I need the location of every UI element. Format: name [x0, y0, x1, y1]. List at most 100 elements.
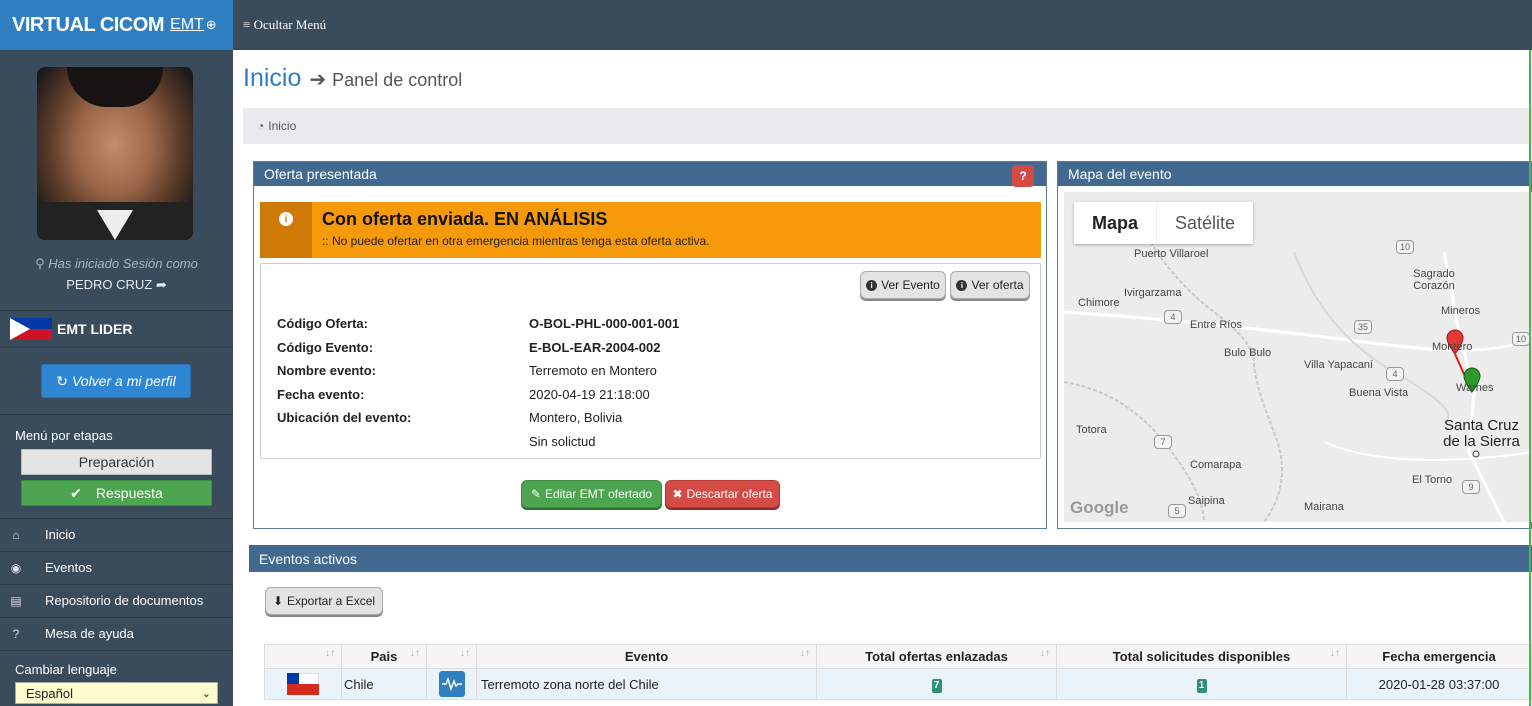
road-shield-icon: 7: [1154, 435, 1172, 449]
brand-logo[interactable]: VIRTUAL CICOM EMT ⊕: [0, 0, 233, 50]
map-label: Mineros: [1441, 305, 1481, 317]
user-name: PEDRO CRUZ: [66, 277, 153, 292]
export-excel-button[interactable]: ⬇ Exportar a Excel: [265, 587, 383, 615]
role-label: EMT LIDER: [57, 321, 133, 337]
column-header-event[interactable]: Evento ↓↑: [476, 644, 817, 669]
column-header-country[interactable]: Pais ↓↑: [341, 644, 427, 669]
sidebar-item-eventos[interactable]: ◉ Eventos: [0, 551, 233, 583]
home-icon: ⌂: [12, 527, 20, 542]
event-map[interactable]: Mapa Satélite Puerto Villaroel Ivirgarza…: [1064, 192, 1532, 522]
request-status-value: Sin solictud: [529, 434, 596, 449]
sort-icon: ↓↑: [460, 648, 470, 659]
page-title-main: Inicio: [243, 64, 302, 92]
check-icon: ✔: [70, 484, 82, 501]
dashboard-icon: ◔: [257, 119, 265, 133]
stage-response-label: Respuesta: [95, 485, 163, 501]
sidebar: VIRTUAL CICOM EMT ⊕ ⚲ Has iniciado Sesió…: [0, 0, 233, 706]
map-type-tabs: Mapa Satélite: [1074, 202, 1254, 244]
info-icon: i: [866, 279, 878, 291]
date-cell: 2020-01-28 03:37:00: [1346, 668, 1532, 700]
map-label: Chimore: [1078, 297, 1120, 309]
road-shield-icon: 5: [1168, 504, 1186, 518]
breadcrumb: ◔ Inicio: [243, 108, 1532, 144]
profile-button-label: Volver a mi perfil: [71, 373, 176, 389]
offer-details: i Ver Evento i Ver oferta Código Oferta:…: [260, 263, 1041, 459]
column-header-type[interactable]: ↓↑: [426, 644, 477, 669]
target-icon: ◉: [10, 560, 22, 575]
earthquake-icon: [438, 671, 465, 697]
export-excel-label: Exportar a Excel: [287, 594, 376, 608]
map-label: Bulo Bulo: [1224, 347, 1272, 359]
map-label: El Torno: [1412, 474, 1453, 486]
table-row[interactable]: Chile Terremoto zona norte del Chile 7 1…: [264, 668, 1532, 700]
sidebar-item-ayuda[interactable]: ? Mesa de ayuda: [0, 617, 233, 649]
user-name-link[interactable]: PEDRO CRUZ ➦: [0, 277, 233, 293]
offer-panel-header: Oferta presentada ?: [254, 162, 1046, 187]
road-shield-icon: 9: [1462, 480, 1480, 494]
offer-code-label: Código Oferta:: [277, 316, 368, 331]
edit-icon: ✎: [530, 487, 541, 501]
offers-count-badge: 7: [931, 678, 942, 693]
table-header-row: ↓↑ Pais ↓↑ ↓↑ Evento ↓↑ Total ofertas enla…: [264, 644, 1532, 669]
events-table: ↓↑ Pais ↓↑ ↓↑ Evento ↓↑ Total ofertas enla…: [264, 644, 1532, 700]
map-label: Saipina: [1188, 495, 1225, 507]
column-header-offers[interactable]: Total ofertas enlazadas ↓↑: [816, 644, 1057, 669]
road-shield-icon: 10: [1512, 332, 1530, 346]
alert-title: Con oferta enviada. EN ANÁLISIS: [322, 209, 608, 229]
sidebar-item-inicio[interactable]: ⌂ Inicio: [0, 518, 233, 550]
document-icon: ▤: [10, 593, 22, 608]
active-events-panel: Eventos activos ⬇ Exportar a Excel ↓↑ Pa…: [249, 545, 1532, 706]
language-value: Español: [26, 685, 73, 701]
tab-map[interactable]: Mapa: [1074, 202, 1158, 244]
view-offer-button[interactable]: i Ver oferta: [950, 271, 1030, 299]
map-label: Totora: [1076, 424, 1107, 436]
offer-code-value: O-BOL-PHL-000-001-001: [529, 316, 680, 331]
stage-preparation-button[interactable]: Preparación: [21, 449, 212, 475]
page-title: Inicio ➔ Panel de control: [243, 64, 462, 93]
column-header-date[interactable]: Fecha emergencia: [1346, 644, 1532, 669]
philippines-flag-icon: [10, 318, 52, 340]
stage-response-button[interactable]: ✔ Respuesta: [21, 480, 212, 506]
event-name-value: Terremoto en Montero: [529, 363, 657, 378]
chile-flag-icon: [287, 673, 319, 695]
arrow-right-icon: ➔: [309, 69, 327, 91]
stages-title: Menú por etapas: [15, 428, 113, 443]
map-label: Montero: [1432, 341, 1473, 353]
sidebar-item-label: Mesa de ayuda: [45, 626, 134, 641]
stage-preparation-label: Preparación: [78, 454, 155, 470]
events-panel-header: Eventos activos: [249, 545, 1532, 572]
info-icon: i: [279, 212, 293, 226]
sort-icon: ↓↑: [800, 648, 810, 659]
map-label: Santa Cruz de la Sierra: [1443, 417, 1520, 450]
sidebar-item-documentos[interactable]: ▤ Repositorio de documentos: [0, 584, 233, 616]
view-offer-label: Ver oferta: [971, 278, 1024, 292]
column-header-flag[interactable]: ↓↑: [264, 644, 342, 669]
edit-emt-button[interactable]: ✎ Editar EMT ofertado: [521, 480, 662, 508]
discard-offer-button[interactable]: ✖ Descartar oferta: [665, 480, 780, 508]
discard-offer-label: Descartar oferta: [686, 487, 773, 501]
map-label: Sagrado Corazón: [1413, 268, 1455, 292]
map-label: Warnes: [1456, 382, 1494, 394]
back-to-profile-button[interactable]: ↻ Volver a mi perfil: [41, 364, 191, 398]
app-window: VIRTUAL CICOM EMT ⊕ ⚲ Has iniciado Sesió…: [0, 0, 1532, 706]
event-location-label: Ubicación del evento:: [277, 410, 412, 425]
sort-icon: ↓↑: [1330, 648, 1340, 659]
hide-menu-toggle[interactable]: ≡ Ocultar Menú: [243, 17, 326, 33]
map-label: Entre Ríos: [1190, 319, 1242, 331]
map-label: Buena Vista: [1349, 387, 1409, 399]
un-emblem-icon: ⊕: [205, 17, 217, 32]
road-shield-icon: 4: [1164, 310, 1182, 324]
breadcrumb-item[interactable]: Inicio: [268, 119, 296, 133]
language-title: Cambiar lenguaje: [15, 662, 117, 677]
language-select[interactable]: Español ⌄: [15, 682, 218, 704]
role-row: EMT LIDER: [0, 311, 233, 347]
column-header-requests[interactable]: Total solicitudes disponibles ↓↑: [1056, 644, 1347, 669]
map-label: Comarapa: [1190, 459, 1242, 471]
tab-satellite[interactable]: Satélite: [1157, 202, 1253, 244]
logout-icon[interactable]: ➦: [156, 277, 167, 292]
sidebar-item-label: Inicio: [45, 527, 76, 542]
road-shield-icon: 4: [1386, 367, 1404, 381]
help-button[interactable]: ?: [1012, 165, 1034, 187]
event-cell[interactable]: Terremoto zona norte del Chile: [476, 668, 817, 700]
view-event-button[interactable]: i Ver Evento: [860, 271, 946, 299]
